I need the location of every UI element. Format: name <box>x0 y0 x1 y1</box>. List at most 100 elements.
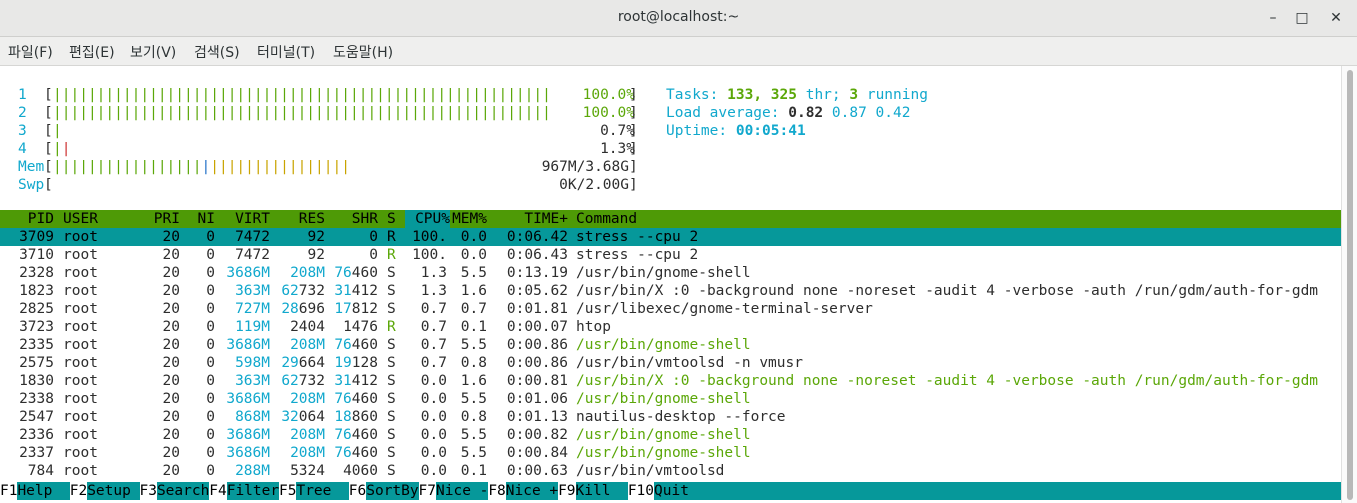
column-header-cmd[interactable]: Command <box>576 210 1341 228</box>
cpu-meter-bracket: [ <box>44 123 53 139</box>
cell-ni: 0 <box>206 247 215 263</box>
cell-cmd: /usr/bin/X :0 -background none -noreset … <box>576 283 1319 299</box>
scrollbar[interactable] <box>1341 66 1357 503</box>
cell-res: 208M <box>290 391 325 407</box>
fkey-label-kill[interactable]: Kill <box>575 482 628 500</box>
cell-pid: 2336 <box>19 427 54 443</box>
table-row[interactable]: 1830 root 20 0 363M 62732 31412 S 0.0 1.6 0:00.81 /… <box>0 372 1341 390</box>
column-header-mem[interactable]: MEM% <box>450 210 487 228</box>
column-header-s[interactable]: S <box>387 210 399 228</box>
cell-s: S <box>387 409 396 425</box>
cpu-meter-bar: | <box>53 123 62 139</box>
fkey-label-help[interactable]: Help <box>17 482 70 500</box>
cell-pri: 20 <box>162 337 180 353</box>
fkey-label-quit[interactable]: Quit <box>654 482 1341 500</box>
menu-view[interactable]: 보기(V) <box>130 42 176 62</box>
cell-mem: 0.7 <box>460 301 487 317</box>
fkey-label-sortby[interactable]: SortBy <box>366 482 419 500</box>
fkey-label-search[interactable]: Search <box>156 482 209 500</box>
fkey-f3[interactable]: F3 <box>140 482 157 500</box>
cpu-meter-percent: 1.3% <box>600 141 635 157</box>
close-icon[interactable]: ✕ <box>1326 8 1346 28</box>
table-row[interactable]: 2328 root 20 0 3686M 208M 76460 S 1.3 5.5 0:13.19 /… <box>0 264 1341 282</box>
cpu-meter-bracket: [ <box>44 141 53 157</box>
cell-cmd: nautilus-desktop --force <box>576 409 786 425</box>
cell-cpu: 0.7 <box>420 301 447 317</box>
cell-cmd: /usr/bin/gnome-shell <box>576 265 751 281</box>
cell-res: 2404 <box>290 319 325 335</box>
fkey-f1[interactable]: F1 <box>0 482 17 500</box>
minimize-icon[interactable]: – <box>1263 8 1283 28</box>
fkey-f5[interactable]: F5 <box>279 482 296 500</box>
column-header-pid[interactable]: PID <box>0 210 54 228</box>
cell-pri: 20 <box>162 463 180 479</box>
cell-virt: 7472 <box>235 229 270 245</box>
scrollbar-thumb[interactable] <box>1347 70 1353 500</box>
cell-shr: 76460 <box>334 337 378 353</box>
fkey-f10[interactable]: F10 <box>628 482 654 500</box>
column-header-ni[interactable]: NI <box>188 210 215 228</box>
cell-time: 0:00.86 <box>506 355 568 371</box>
fkey-f7[interactable]: F7 <box>419 482 436 500</box>
cell-s: S <box>387 301 396 317</box>
cell-pid: 2547 <box>19 409 54 425</box>
menu-help[interactable]: 도움말(H) <box>333 42 393 62</box>
cell-pri: 20 <box>162 445 180 461</box>
cpu-meter-percent: 100.0% <box>582 105 635 121</box>
fkey-f9[interactable]: F9 <box>558 482 575 500</box>
cell-virt: 7472 <box>235 247 270 263</box>
menu-search[interactable]: 검색(S) <box>194 42 240 62</box>
fkey-f6[interactable]: F6 <box>349 482 366 500</box>
table-row[interactable]: 2825 root 20 0 727M 28696 17812 S 0.7 0.7 0:01.81 /… <box>0 300 1341 318</box>
table-row[interactable]: 3710 root 20 0 7472 92 0 R 100. 0.0 0:06.43 stress … <box>0 246 1341 264</box>
fkey-label-nice-[interactable]: Nice + <box>505 482 558 500</box>
cell-cmd: stress --cpu 2 <box>576 247 699 263</box>
table-row[interactable]: 2575 root 20 0 598M 29664 19128 S 0.7 0.8 0:00.86 /… <box>0 354 1341 372</box>
column-header-user[interactable]: USER <box>63 210 123 228</box>
fkey-f8[interactable]: F8 <box>488 482 505 500</box>
fkey-f4[interactable]: F4 <box>209 482 226 500</box>
fkey-label-nice-[interactable]: Nice - <box>436 482 488 500</box>
cpu-meter-bracket-end: ] <box>629 123 638 139</box>
menu-terminal[interactable]: 터미널(T) <box>257 42 315 62</box>
fkey-label-setup[interactable]: Setup <box>87 482 140 500</box>
table-row[interactable]: 2336 root 20 0 3686M 208M 76460 S 0.0 5.5 0:00.82 /… <box>0 426 1341 444</box>
table-row[interactable]: 2338 root 20 0 3686M 208M 76460 S 0.0 5.5 0:01.06 /… <box>0 390 1341 408</box>
cell-pid: 3710 <box>19 247 54 263</box>
maximize-icon[interactable]: □ <box>1292 8 1312 28</box>
fkey-label-tree[interactable]: Tree <box>296 482 349 500</box>
cell-pri: 20 <box>162 229 180 245</box>
table-row[interactable]: 3723 root 20 0 119M 2404 1476 R 0.7 0.1 0:00.07 hto… <box>0 318 1341 336</box>
table-row[interactable]: 1823 root 20 0 363M 62732 31412 S 1.3 1.6 0:05.62 /… <box>0 282 1341 300</box>
cell-user: root <box>63 283 98 299</box>
cell-cpu: 0.7 <box>420 337 447 353</box>
cell-user: root <box>63 265 98 281</box>
cell-cmd: /usr/bin/gnome-shell <box>576 427 751 443</box>
column-header-shr[interactable]: SHR <box>330 210 378 228</box>
fkey-label-filter[interactable]: Filter <box>226 482 279 500</box>
cell-ni: 0 <box>206 283 215 299</box>
process-table-header[interactable]: PID USER PRI NI VIRT RES SHR S CPU% MEM% TIME+ Comm… <box>0 210 1341 228</box>
cell-pid: 2825 <box>19 301 54 317</box>
menu-file[interactable]: 파일(F) <box>8 42 53 62</box>
cell-mem: 5.5 <box>460 445 487 461</box>
table-row[interactable]: 2547 root 20 0 868M 32064 18860 S 0.0 0.8 0:01.13 n… <box>0 408 1341 426</box>
fkey-f2[interactable]: F2 <box>70 482 87 500</box>
terminal-area[interactable]: 1[||||||||||||||||||||||||||||||||||||||… <box>0 66 1341 503</box>
table-row[interactable]: 3709 root 20 0 7472 92 0 R 100. 0.0 0:06.42 stress … <box>0 228 1341 246</box>
table-row[interactable]: 2335 root 20 0 3686M 208M 76460 S 0.7 5.5 0:00.86 /… <box>0 336 1341 354</box>
cpu-meter-label: 4 <box>18 141 27 157</box>
column-header-cpu[interactable]: CPU% <box>405 210 450 228</box>
cell-pid: 3723 <box>19 319 54 335</box>
cell-time: 0:06.43 <box>506 247 568 263</box>
table-row[interactable]: 2337 root 20 0 3686M 208M 76460 S 0.0 5.5 0:00.84 /… <box>0 444 1341 462</box>
column-header-res[interactable]: RES <box>275 210 325 228</box>
column-header-time[interactable]: TIME+ <box>500 210 568 228</box>
menu-edit[interactable]: 편집(E) <box>69 42 115 62</box>
column-header-virt[interactable]: VIRT <box>220 210 270 228</box>
cell-s: R <box>387 319 396 335</box>
cpu-meter-label: 1 <box>18 87 27 103</box>
column-header-pri[interactable]: PRI <box>140 210 180 228</box>
cell-pri: 20 <box>162 247 180 263</box>
table-row[interactable]: 784 root 20 0 288M 5324 4060 S 0.0 0.1 0:00.63/usr… <box>0 462 1341 480</box>
